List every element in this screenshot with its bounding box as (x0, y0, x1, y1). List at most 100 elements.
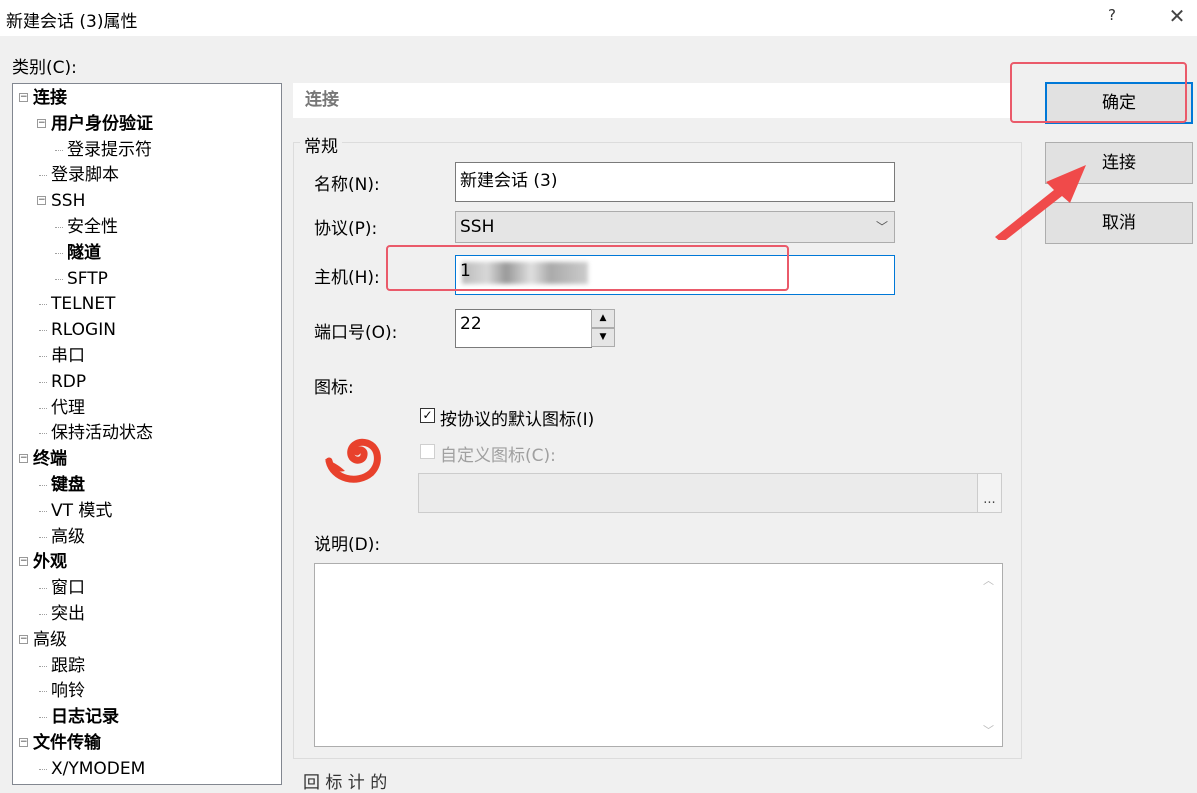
tree-item-label: 外观 (33, 552, 67, 573)
name-input[interactable]: 新建会话 (3) (455, 162, 895, 202)
tree-item[interactable]: X/YMODEM (13, 757, 279, 782)
tree-connector (39, 433, 47, 435)
category-tree[interactable]: − 连接 − 用户身份验证 登录提示符 登录脚本 − SSH 安全性 隧道 SFTP TELNET RL… (12, 83, 282, 785)
tree-connector (39, 175, 47, 177)
tree-connector (39, 717, 47, 719)
title-bar (0, 0, 1197, 36)
tree-item[interactable]: 窗口 (13, 576, 279, 601)
annotation-box-ok (1010, 62, 1187, 123)
tree-connector (39, 485, 47, 486)
description-label: 说明(D): (314, 535, 381, 555)
protocol-value: SSH (460, 217, 495, 237)
tree-item[interactable]: 键盘 (13, 473, 279, 498)
tree-item-label: 日志记录 (51, 707, 119, 728)
window-title: 新建会话 (3)属性 (6, 12, 138, 32)
tree-connector (55, 227, 63, 228)
tree-item[interactable]: 隧道 (13, 241, 279, 266)
tree-item-label: 高级 (33, 629, 67, 650)
section-header: 连接 (293, 83, 1010, 118)
annotation-arrow-icon (995, 165, 1086, 240)
tree-item[interactable]: SFTP (13, 267, 279, 292)
help-button[interactable]: ? (1100, 6, 1124, 30)
tree-item[interactable]: 登录提示符 (13, 138, 279, 163)
scroll-down-icon[interactable]: ﹀ (983, 722, 994, 738)
description-textarea[interactable]: ︿ ﹀ (314, 563, 1003, 747)
tree-item[interactable]: − 外观 (13, 550, 279, 575)
tree-connector (39, 768, 47, 770)
collapse-icon[interactable]: − (37, 118, 46, 128)
annotation-box-host (386, 245, 789, 291)
tree-item[interactable]: 安全性 (13, 215, 279, 240)
tree-item-label: VT 模式 (51, 500, 113, 521)
protocol-label: 协议(P): (314, 219, 378, 239)
tree-connector (39, 330, 47, 332)
tree-item[interactable]: RDP (13, 370, 279, 395)
tree-item-label: 用户身份验证 (51, 113, 153, 134)
tree-item[interactable]: 跟踪 (13, 654, 279, 679)
spin-up-icon[interactable]: ▲ (591, 309, 615, 328)
tree-item[interactable]: 登录脚本 (13, 163, 279, 188)
tree-item[interactable]: 保持活动状态 (13, 421, 279, 446)
tree-connector (39, 407, 47, 409)
tree-item-label: 突出 (51, 604, 85, 624)
collapse-icon[interactable]: − (19, 557, 28, 567)
general-group-title: 常规 (300, 132, 342, 157)
tree-item-label: 高级 (51, 526, 85, 547)
tree-item[interactable]: − 终端 (13, 447, 279, 472)
tree-item-label: RLOGIN (51, 320, 116, 341)
tree-item[interactable]: − 用户身份验证 (13, 112, 279, 137)
port-value: 22 (460, 314, 482, 334)
tree-item[interactable]: TELNET (13, 292, 279, 317)
tree-item-label: SFTP (67, 268, 108, 289)
tree-item[interactable]: − 连接 (13, 86, 279, 111)
collapse-icon[interactable]: − (19, 93, 28, 102)
custom-icon-checkbox[interactable] (420, 444, 435, 459)
tree-item-label: 连接 (33, 88, 67, 108)
tree-item[interactable]: 突出 (13, 602, 279, 627)
tree-item-label: X/YMODEM (51, 758, 146, 779)
category-label: 类别(C): (12, 58, 77, 78)
close-icon[interactable]: ✕ (1162, 4, 1192, 32)
browse-button[interactable]: ... (977, 473, 1002, 513)
tree-item[interactable]: VT 模式 (13, 499, 279, 524)
tree-connector (55, 149, 63, 151)
tree-connector (39, 304, 47, 306)
tree-item-label: 文件传输 (33, 733, 101, 753)
tree-item-label: 跟踪 (51, 655, 85, 676)
tree-connector (39, 536, 47, 538)
tree-item-label: 登录提示符 (67, 139, 152, 160)
default-icon-label: 按协议的默认图标(I) (440, 410, 595, 430)
tree-item[interactable]: 日志记录 (13, 705, 279, 730)
tree-item-label: 终端 (33, 449, 67, 470)
tree-item-label: 隧道 (67, 242, 101, 263)
collapse-icon[interactable]: − (19, 738, 28, 747)
tree-item-label: 串口 (51, 346, 85, 366)
name-value: 新建会话 (3) (460, 171, 558, 191)
scroll-up-icon[interactable]: ︿ (983, 572, 994, 588)
protocol-select[interactable]: SSH ﹀ (455, 211, 895, 243)
spin-down-icon[interactable]: ▼ (591, 328, 615, 347)
host-label: 主机(H): (314, 268, 380, 288)
tree-item[interactable]: 代理 (13, 396, 279, 421)
tree-connector (39, 356, 47, 357)
tree-item-label: 安全性 (67, 217, 118, 237)
tree-connector (39, 665, 47, 667)
tree-item[interactable]: 串口 (13, 344, 279, 369)
custom-icon-path-input[interactable] (418, 473, 1002, 513)
collapse-icon[interactable]: − (19, 634, 28, 644)
tree-item[interactable]: − 高级 (13, 628, 279, 653)
icon-section-label: 图标: (314, 378, 354, 398)
tree-item[interactable]: 高级 (13, 525, 279, 550)
collapse-icon[interactable]: − (37, 196, 46, 206)
default-icon-checkbox[interactable]: ✓ (420, 408, 435, 423)
session-app-icon (325, 438, 381, 483)
tree-item[interactable]: − SSH (13, 189, 279, 214)
tree-item-label: 键盘 (51, 475, 85, 495)
tree-item-label: RDP (51, 371, 87, 392)
collapse-icon[interactable]: − (19, 454, 28, 464)
tree-item[interactable]: RLOGIN (13, 318, 279, 343)
tree-item[interactable]: − 文件传输 (13, 731, 279, 756)
tree-item[interactable]: 响铃 (13, 679, 279, 704)
tree-item-label: 响铃 (51, 681, 85, 702)
port-input[interactable]: 22 (455, 309, 592, 348)
